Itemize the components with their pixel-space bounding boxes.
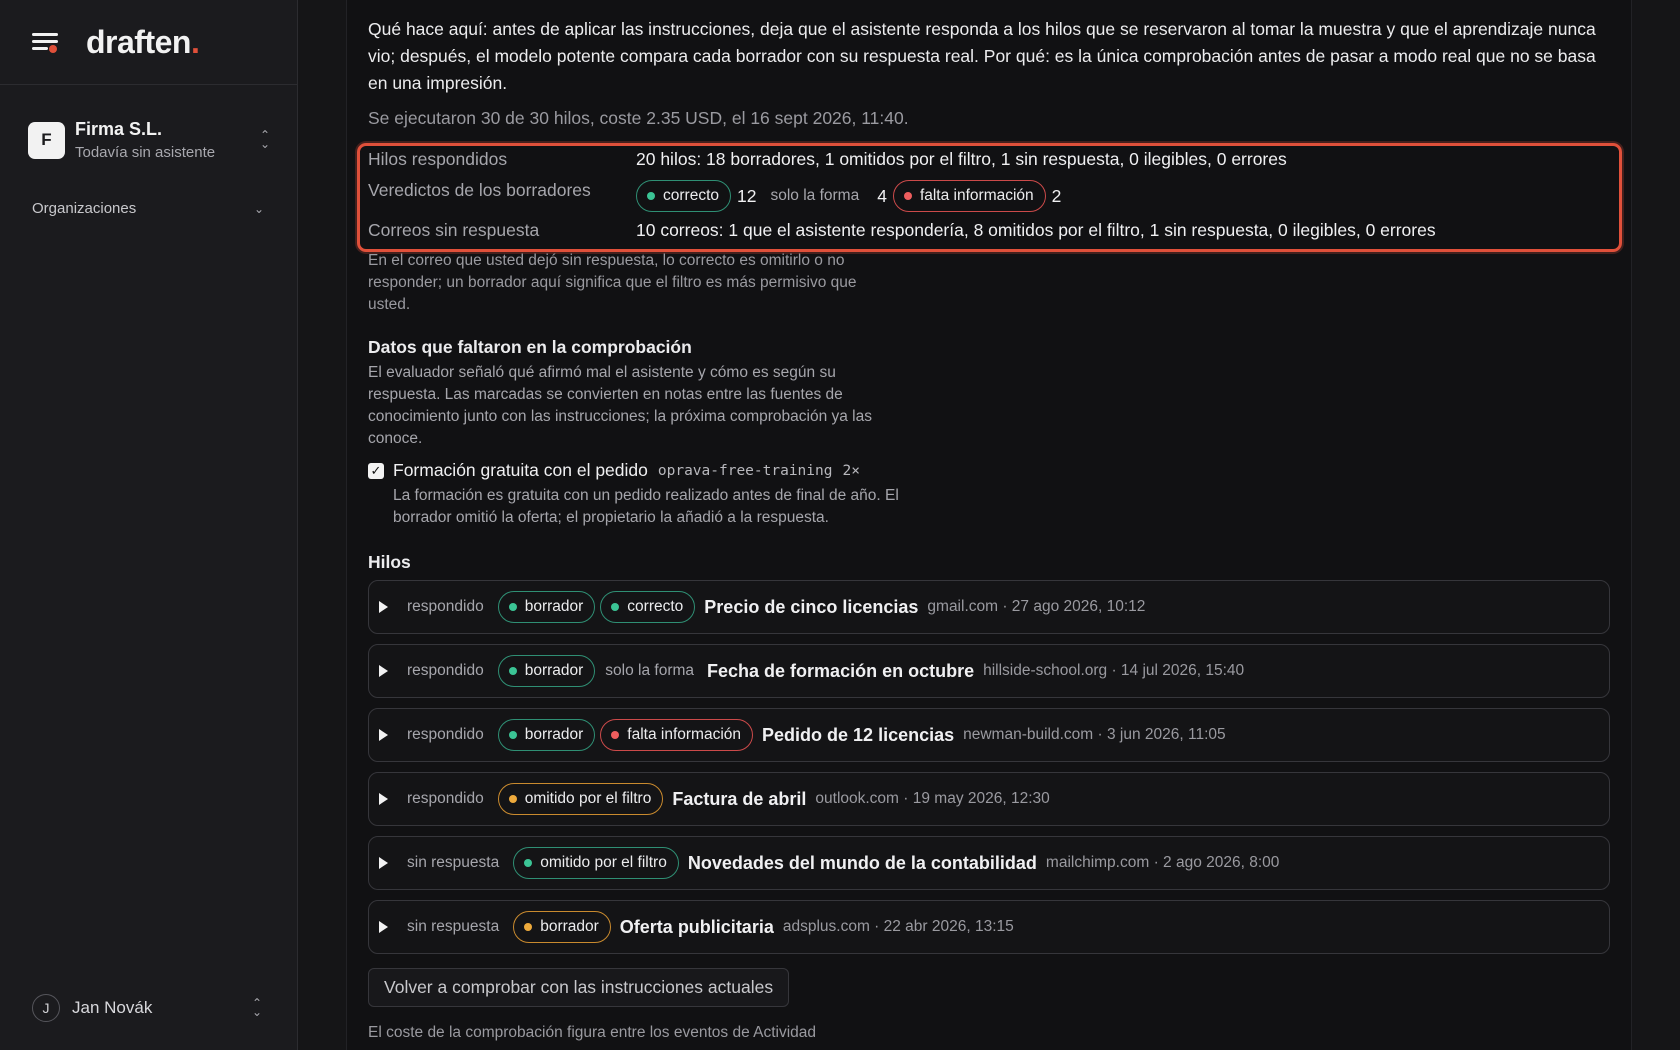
sidebar-header: draften. bbox=[0, 0, 297, 85]
summary-row-unanswered: Correos sin respuesta 10 correos: 1 que … bbox=[368, 220, 1436, 241]
thread-meta: outlook.com · 19 may 2026, 12:30 bbox=[815, 790, 1050, 807]
thread-meta: mailchimp.com · 2 ago 2026, 8:00 bbox=[1045, 854, 1280, 871]
thread-state: respondido bbox=[407, 790, 484, 807]
org-status: Todavía sin asistente bbox=[75, 144, 216, 161]
thread-subject: Pedido de 12 licencias bbox=[762, 724, 955, 745]
thread-meta: gmail.com · 27 ago 2026, 10:12 bbox=[927, 598, 1146, 615]
missing-item-multiplier: 2× bbox=[842, 462, 860, 479]
thread-row[interactable]: respondido borrador correcto Precio de cinc… bbox=[368, 580, 1610, 634]
thread-subject: Oferta publicitaria bbox=[619, 916, 774, 937]
unanswered-note: En el correo que usted dejó sin respuest… bbox=[368, 252, 857, 313]
thread-state: respondido bbox=[407, 662, 484, 679]
app-logo[interactable]: draften. bbox=[86, 24, 200, 61]
thread-state: sin respuesta bbox=[407, 918, 500, 935]
verdict-correct-badge: correcto bbox=[636, 180, 731, 212]
unanswered-label: Correos sin respuesta bbox=[368, 220, 540, 240]
thread-subject: Fecha de formación en octubre bbox=[707, 660, 975, 681]
thread-subject: Factura de abril bbox=[672, 788, 807, 809]
thread-tag: omitido por el filtro bbox=[513, 847, 679, 879]
summary-row-answered: Hilos respondidos 20 hilos: 18 borradore… bbox=[368, 149, 1287, 170]
organizations-section-toggle[interactable]: Organizaciones ⌄ bbox=[32, 200, 264, 217]
thread-state: sin respuesta bbox=[407, 854, 500, 871]
thread-verdict-label: solo la forma bbox=[605, 662, 695, 679]
thread-meta: hillside-school.org · 14 jul 2026, 15:40 bbox=[983, 662, 1245, 679]
missing-item-code: oprava-free-training bbox=[657, 462, 833, 479]
organizations-label: Organizaciones bbox=[32, 200, 137, 217]
thread-row[interactable]: respondido borrador falta información Pedid… bbox=[368, 708, 1610, 762]
summary-row-verdicts: Veredictos de los borradores correcto 12… bbox=[368, 180, 1075, 212]
thread-row[interactable]: sin respuesta borrador Oferta publicitaria… bbox=[368, 900, 1610, 954]
thread-tag: correcto bbox=[600, 591, 696, 623]
expand-triangle-icon[interactable] bbox=[379, 665, 388, 677]
chevron-down-icon: ⌄ bbox=[253, 201, 264, 216]
sidebar: draften. F Firma S.L. Todavía sin asiste… bbox=[0, 0, 298, 1050]
verdict-shape-label: solo la forma bbox=[770, 187, 860, 204]
org-avatar: F bbox=[28, 121, 65, 159]
missing-item-row: ✓ Formación gratuita con el pedido oprav… bbox=[368, 460, 860, 481]
user-menu[interactable]: J Jan Novák ⌃ ⌄ bbox=[32, 994, 264, 1022]
threads-heading: Hilos bbox=[368, 552, 411, 572]
thread-row[interactable]: respondido omitido por el filtro Factura d… bbox=[368, 772, 1610, 826]
avatar: J bbox=[32, 994, 60, 1022]
missing-item-checkbox[interactable]: ✓ bbox=[368, 462, 384, 479]
verdict-missing-count: 2 bbox=[1051, 185, 1062, 206]
missing-data-description: El evaluador señaló qué afirmó mal el as… bbox=[368, 364, 872, 447]
missing-item-description: La formación es gratuita con un pedido r… bbox=[393, 487, 899, 526]
thread-tag: falta información bbox=[600, 719, 754, 751]
thread-subject: Precio de cinco licencias bbox=[704, 596, 919, 617]
missing-data-heading: Datos que faltaron en la comprobación bbox=[368, 337, 692, 357]
expand-triangle-icon[interactable] bbox=[379, 857, 388, 869]
intro-text: Qué hace aquí: antes de aplicar las inst… bbox=[368, 19, 1596, 93]
answered-label: Hilos respondidos bbox=[368, 149, 508, 169]
thread-state: respondido bbox=[407, 726, 484, 743]
expand-triangle-icon[interactable] bbox=[379, 729, 388, 741]
verdict-missing-badge: falta información bbox=[892, 180, 1046, 212]
organization-switcher[interactable]: F Firma S.L. Todavía sin asistente ⌃ ⌄ bbox=[28, 116, 272, 164]
expand-triangle-icon[interactable] bbox=[379, 793, 388, 805]
chevron-up-down-icon: ⌃ ⌄ bbox=[259, 128, 271, 151]
verdict-shape-count: 4 bbox=[877, 185, 887, 206]
run-summary: Se ejecutaron 30 de 30 hilos, coste 2.35… bbox=[368, 108, 909, 128]
chevron-up-down-icon: ⌃ ⌄ bbox=[251, 996, 263, 1019]
org-name: Firma S.L. bbox=[75, 119, 163, 139]
verdict-correct-count: 12 bbox=[737, 185, 757, 206]
user-name: Jan Novák bbox=[72, 998, 153, 1017]
thread-tag: borrador bbox=[497, 655, 596, 687]
thread-meta: newman-build.com · 3 jun 2026, 11:05 bbox=[963, 726, 1226, 743]
unanswered-value: 10 correos: 1 que el asistente responder… bbox=[636, 220, 1436, 240]
answered-value: 20 hilos: 18 borradores, 1 omitidos por … bbox=[636, 149, 1287, 169]
menu-icon[interactable] bbox=[32, 30, 60, 54]
thread-subject: Novedades del mundo de la contabilidad bbox=[687, 852, 1037, 873]
thread-meta: adsplus.com · 22 abr 2026, 13:15 bbox=[782, 918, 1014, 935]
expand-triangle-icon[interactable] bbox=[379, 601, 388, 613]
thread-row[interactable]: sin respuesta omitido por el filtro Noveda… bbox=[368, 836, 1610, 890]
thread-tag: omitido por el filtro bbox=[497, 783, 664, 815]
thread-tag: borrador bbox=[497, 719, 596, 751]
expand-triangle-icon[interactable] bbox=[379, 921, 388, 933]
thread-tag: borrador bbox=[513, 911, 611, 943]
thread-tag: borrador bbox=[497, 591, 596, 623]
verdicts-label: Veredictos de los borradores bbox=[368, 180, 591, 200]
cost-footnote: El coste de la comprobación figura entre… bbox=[368, 1024, 817, 1041]
recheck-button[interactable]: Volver a comprobar con las instrucciones… bbox=[368, 968, 790, 1007]
missing-item-title: Formación gratuita con el pedido bbox=[393, 460, 648, 480]
thread-state: respondido bbox=[407, 598, 484, 615]
thread-row[interactable]: respondido borrador solo la forma Fecha de … bbox=[368, 644, 1610, 698]
